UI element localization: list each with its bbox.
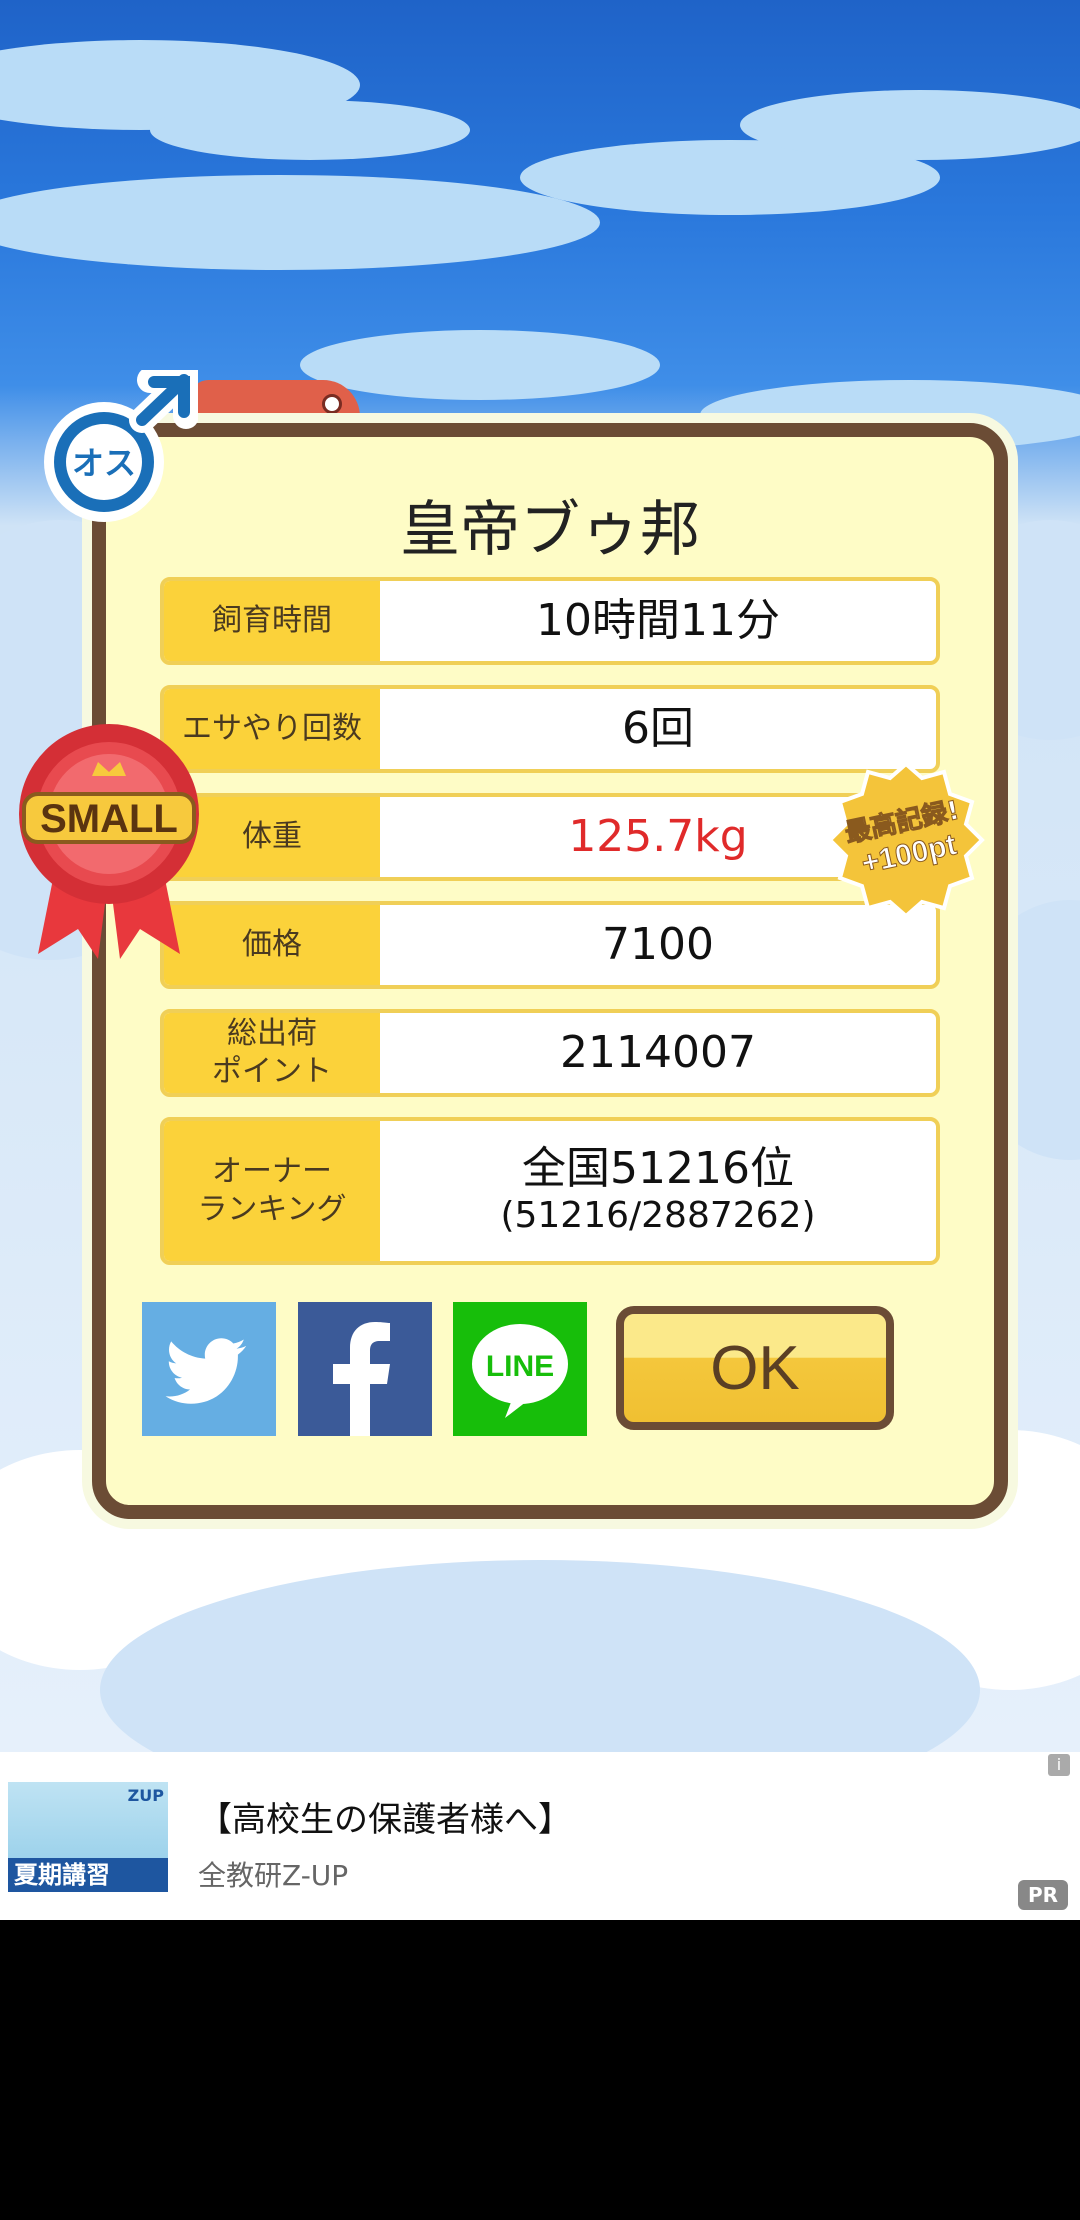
sky-cloud bbox=[150, 100, 470, 160]
stat-label-line: ポイント bbox=[212, 1054, 332, 1089]
stat-value: 全国51216位 (51216/2887262) bbox=[380, 1121, 936, 1261]
stat-label-line: ランキング bbox=[197, 1192, 347, 1227]
pr-badge: PR bbox=[1018, 1880, 1068, 1910]
facebook-icon bbox=[333, 1322, 390, 1436]
pig-name: 皇帝ブゥ邦 bbox=[400, 495, 700, 565]
stat-value: 2114007 bbox=[560, 1027, 756, 1078]
facebook-share-button[interactable] bbox=[298, 1302, 432, 1436]
small-ribbon-icon: SMALL bbox=[19, 724, 199, 959]
stat-row-breeding-time: 飼育時間 10時間11分 bbox=[160, 577, 940, 665]
sky-cloud bbox=[300, 330, 660, 400]
stat-row-shipping-points: 総出荷 ポイント 2114007 bbox=[160, 1009, 940, 1097]
ad-title[interactable]: 【高校生の保護者様へ】 bbox=[198, 1792, 572, 1841]
record-badge-icon: 最高記録! +100pt bbox=[827, 761, 985, 919]
ad-thumb-band: 夏期講習 7.23 START! bbox=[8, 1858, 168, 1892]
stat-row-feed-count: エサやり回数 6回 bbox=[160, 685, 940, 773]
stat-value: 10時間11分 bbox=[536, 595, 780, 646]
fish-eye bbox=[322, 394, 342, 414]
size-label: SMALL bbox=[40, 797, 178, 841]
sky-cloud bbox=[740, 90, 1080, 160]
line-icon: LINE bbox=[472, 1324, 568, 1418]
stat-value: 6回 bbox=[622, 703, 694, 754]
empty-area bbox=[0, 1920, 1080, 2220]
twitter-share-button[interactable] bbox=[142, 1302, 276, 1436]
stat-label-line: 総出荷 bbox=[227, 1016, 317, 1051]
ad-thumb-brand: ZUP bbox=[127, 1786, 164, 1805]
stat-label-line: オーナー bbox=[211, 1154, 332, 1189]
ad-banner[interactable]: ZUP 夏期講習 7.23 START! 【高校生の保護者様へ】 全教研Z-UP… bbox=[0, 1752, 1080, 1920]
ok-button[interactable]: OK bbox=[616, 1306, 894, 1430]
line-logo-text: LINE bbox=[486, 1350, 554, 1383]
line-share-button[interactable]: LINE bbox=[453, 1302, 587, 1436]
stat-label: 飼育時間 bbox=[164, 581, 380, 661]
ranking-detail: (51216/2887262) bbox=[500, 1195, 816, 1236]
male-icon: オス bbox=[44, 370, 198, 522]
ad-advertiser: 全教研Z-UP bbox=[198, 1859, 349, 1892]
stat-row-price: 価格 7100 bbox=[160, 901, 940, 989]
stat-row-weight: 体重 125.7kg bbox=[160, 793, 940, 881]
info-icon[interactable]: i bbox=[1048, 1754, 1070, 1776]
game-screen: 皇帝ブゥ邦 飼育時間 10時間11分 エサやり回数 6回 体重 125.7kg … bbox=[0, 0, 1080, 1752]
stat-label: 総出荷 ポイント bbox=[164, 1013, 380, 1093]
fish-decoration bbox=[190, 380, 360, 426]
ad-thumbnail[interactable]: ZUP 夏期講習 7.23 START! bbox=[8, 1782, 168, 1892]
twitter-icon bbox=[165, 1338, 247, 1404]
gender-label: オス bbox=[72, 444, 136, 482]
sky-cloud bbox=[0, 175, 600, 270]
ranking-value: 全国51216位 bbox=[522, 1143, 794, 1194]
stat-row-owner-ranking: オーナー ランキング 全国51216位 (51216/2887262) bbox=[160, 1117, 940, 1265]
stat-label: オーナー ランキング bbox=[164, 1121, 380, 1261]
